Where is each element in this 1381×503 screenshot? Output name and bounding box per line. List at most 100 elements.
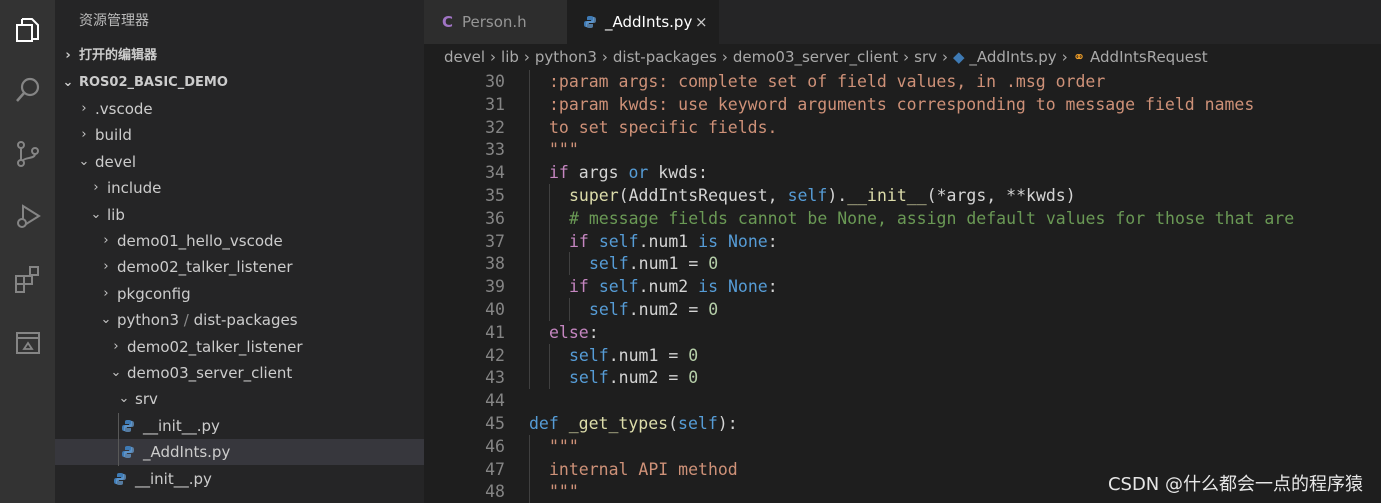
close-icon[interactable]: × — [695, 0, 708, 44]
file-item[interactable]: __init__.py — [55, 466, 424, 492]
line-number: 38 — [485, 254, 505, 274]
breadcrumb-item[interactable]: AddIntsRequest — [1090, 48, 1208, 66]
breadcrumb-item[interactable]: python3 — [535, 48, 597, 66]
search-icon[interactable] — [0, 65, 55, 115]
indent-guide — [529, 229, 530, 253]
section-label: ROS02_BASIC_DEMO — [79, 75, 228, 90]
code-token: 0 — [708, 254, 719, 274]
code-token: : — [588, 322, 599, 342]
line-number: 46 — [485, 436, 505, 456]
code-text: def _get_types(self): — [529, 412, 738, 435]
indent-guide — [529, 138, 530, 162]
indent-guide — [549, 343, 550, 367]
indent-guide — [529, 70, 530, 93]
code-token: self — [589, 254, 629, 274]
explorer-icon[interactable] — [0, 5, 55, 55]
indent-guide — [118, 412, 119, 466]
folder-item[interactable]: › demo01_hello_vscode — [55, 228, 424, 254]
code-text: :param args: complete set of field value… — [549, 70, 1105, 93]
tree-item-label: build — [95, 126, 132, 145]
code-text: :param kwds: use keyword arguments corre… — [549, 93, 1254, 116]
breadcrumb-path: devel › lib › python3 › dist-packages › demo03_s… — [444, 44, 1208, 70]
code-text: if self.num1 is None: — [569, 230, 778, 253]
code-text: if args or kwds: — [549, 161, 708, 184]
line-number: 48 — [485, 482, 505, 502]
code-text: self.num1 = 0 — [569, 344, 698, 367]
tree-item-label: demo01_hello_vscode — [117, 232, 283, 250]
tab-label: Person.h — [462, 13, 527, 31]
tree-item-label: include — [107, 179, 162, 198]
source-control-icon[interactable] — [0, 129, 55, 179]
code-token: else — [549, 322, 589, 342]
code-token: kwds: — [648, 163, 708, 183]
chevron-right-icon: › — [601, 48, 608, 66]
code-token: if — [569, 231, 589, 251]
code-token: ): — [717, 414, 738, 433]
tab-addints-py[interactable]: _AddInts.py × — [567, 0, 719, 44]
python-icon — [114, 472, 126, 485]
run-debug-icon[interactable] — [0, 191, 55, 241]
chevron-down-icon: ⌄ — [78, 153, 90, 169]
code-line: 40 self.num2 = 0 — [424, 298, 1381, 321]
breadcrumb: devel › lib › python3 › dist-packages › demo03_s… — [424, 44, 1381, 70]
code-text: to set specific fields. — [549, 116, 777, 139]
file-item[interactable]: _AddInts.py — [55, 439, 424, 466]
folder-item[interactable]: › .vscode — [55, 96, 424, 122]
indent-guide — [529, 206, 530, 230]
chevron-right-icon: › — [103, 233, 109, 248]
indent-guide — [549, 206, 550, 230]
indent-guide — [569, 298, 570, 321]
code-token: self — [598, 231, 639, 251]
breadcrumb-item[interactable]: demo03_server_client — [733, 48, 898, 66]
folder-item[interactable]: › demo02_talker_listener — [55, 334, 424, 360]
code-token: self — [678, 414, 718, 433]
folder-item[interactable]: ⌄ lib — [55, 202, 424, 228]
indent-guide — [529, 115, 530, 139]
activity-bar — [0, 0, 55, 503]
extensions-icon[interactable] — [0, 254, 55, 304]
code-token: super — [569, 186, 619, 205]
folder-item[interactable]: › include — [55, 175, 424, 201]
open-editors-section[interactable]: › 打开的编辑器 — [55, 43, 424, 69]
code-token: self — [589, 300, 629, 319]
folder-item[interactable]: ⌄ devel — [55, 149, 424, 175]
tree-item-label: pkgconfig — [117, 284, 191, 303]
file-item[interactable]: __init__.py — [55, 413, 424, 439]
tree-item-label: srv — [135, 390, 158, 409]
python-icon — [584, 16, 596, 28]
breadcrumb-item[interactable]: devel — [444, 48, 485, 66]
chevron-down-icon: ⌄ — [90, 206, 102, 222]
remote-explorer-icon[interactable] — [0, 318, 55, 368]
code-text: self.num2 = 0 — [569, 366, 698, 389]
folder-item[interactable]: › pkgconfig — [55, 281, 424, 307]
chevron-down-icon: ⌄ — [62, 75, 74, 90]
folder-item[interactable]: › demo02_talker_listener — [55, 254, 424, 280]
folder-item[interactable]: ⌄ demo03_server_client — [55, 360, 424, 386]
code-token: is — [698, 231, 719, 251]
line-number: 34 — [485, 163, 505, 183]
code-token: _get_types — [568, 414, 669, 433]
breadcrumb-item[interactable]: _AddInts.py — [969, 48, 1056, 66]
code-editor[interactable]: 30:param args: complete set of field val… — [424, 70, 1381, 503]
breadcrumb-item[interactable]: lib — [501, 48, 519, 66]
code-token: .num2 = — [628, 300, 709, 319]
indent-guide — [549, 229, 550, 253]
folder-item[interactable]: › build — [55, 122, 424, 148]
code-token: """ — [549, 482, 579, 502]
line-number: 35 — [485, 186, 505, 205]
breadcrumb-item[interactable]: dist-packages — [613, 48, 717, 66]
chevron-down-icon: ⌄ — [110, 365, 122, 380]
folder-item[interactable]: ⌄ python3 / dist-packages — [55, 307, 424, 333]
tab-person-h[interactable]: C Person.h — [424, 0, 567, 44]
code-line: 36 # message fields cannot be None, assig… — [424, 206, 1381, 230]
code-token: self — [569, 368, 609, 388]
tree-item-label: __init__.py — [135, 469, 212, 488]
folder-item[interactable]: ⌄ srv — [55, 386, 424, 412]
workspace-section[interactable]: ⌄ ROS02_BASIC_DEMO — [55, 70, 424, 96]
line-number: 43 — [485, 368, 505, 388]
breadcrumb-item[interactable]: srv — [914, 48, 937, 66]
chevron-right-icon: › — [65, 48, 71, 63]
tree-item-label: lib — [107, 205, 125, 224]
